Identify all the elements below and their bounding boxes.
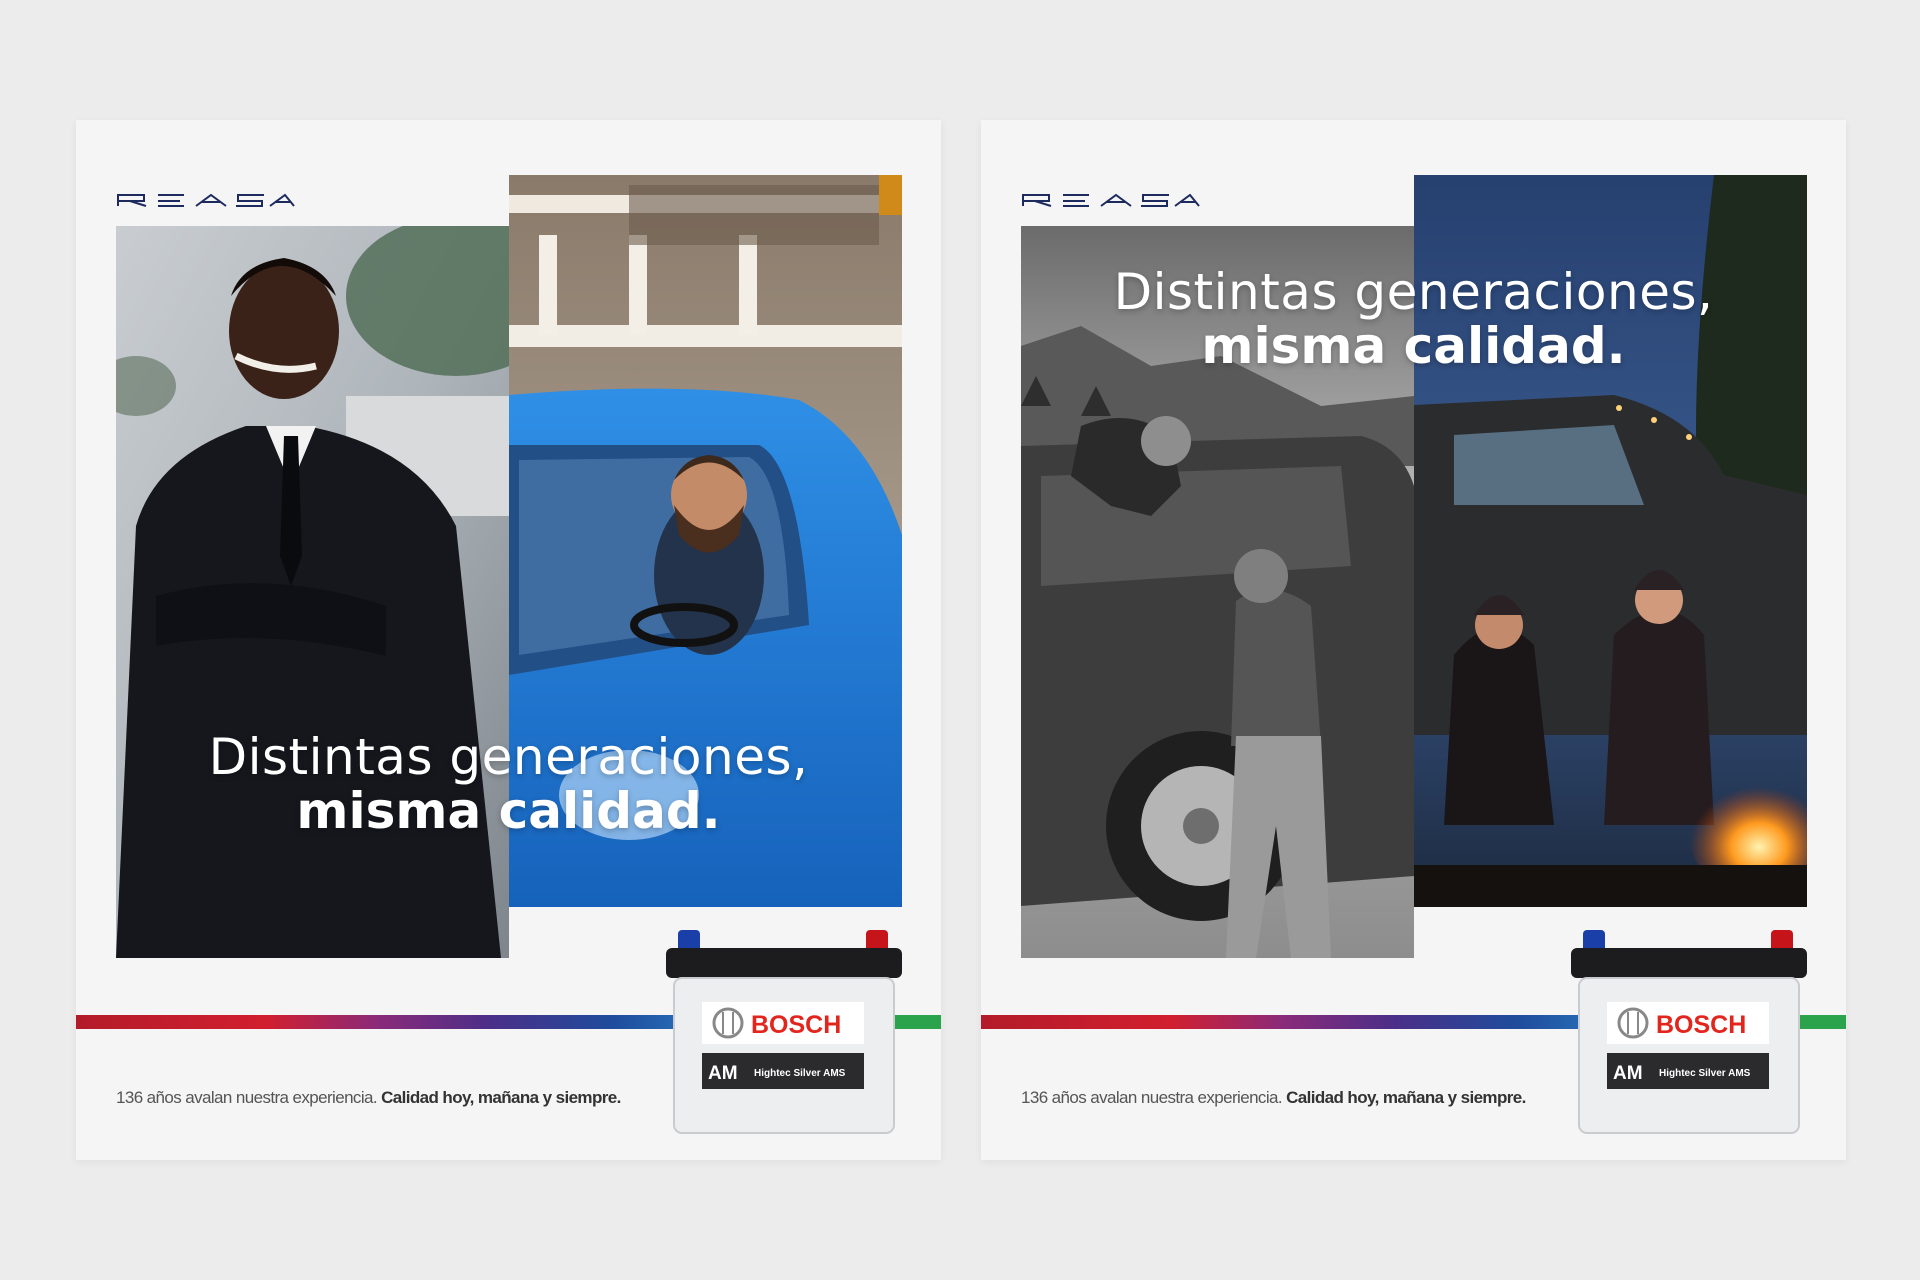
battery-brand: BOSCH [751,1011,841,1039]
tagline-bold: Calidad hoy, mañana y siempre. [381,1088,621,1107]
headline-line-2: misma calidad. [1201,317,1626,375]
headline-line-1: Distintas generaciones, [208,728,809,786]
tagline: 136 años avalan nuestra experiencia. Cal… [1021,1088,1526,1108]
tagline: 136 años avalan nuestra experiencia. Cal… [116,1088,621,1108]
tagline-regular: 136 años avalan nuestra experiencia. [116,1088,382,1107]
battery-code: AM [708,1063,738,1084]
headline-line-1: Distintas generaciones, [1113,263,1714,321]
headline: Distintas generaciones, misma calidad. [76,730,941,838]
tagline-bold: Calidad hoy, mañana y siempre. [1286,1088,1526,1107]
battery-model: Hightec Silver AMS [1659,1068,1751,1079]
ad-card-left: Distintas generaciones, misma calidad. 1… [76,120,941,1160]
tagline-regular: 136 años avalan nuestra experiencia. [1021,1088,1287,1107]
battery-code: AM [1613,1063,1643,1084]
reasa-logo [1022,193,1200,207]
battery-brand: BOSCH [1656,1011,1746,1039]
battery-model: Hightec Silver AMS [754,1068,846,1079]
ad-card-right: Distintas generaciones, misma calidad. 1… [981,120,1846,1160]
reasa-logo [117,193,295,207]
bosch-battery-image: BOSCH AM Hightec Silver AMS [666,930,902,1134]
headline-line-2: misma calidad. [296,782,721,840]
headline: Distintas generaciones, misma calidad. [981,265,1846,373]
photo-man-suit [116,226,509,958]
bosch-battery-image: BOSCH AM Hightec Silver AMS [1571,930,1807,1134]
